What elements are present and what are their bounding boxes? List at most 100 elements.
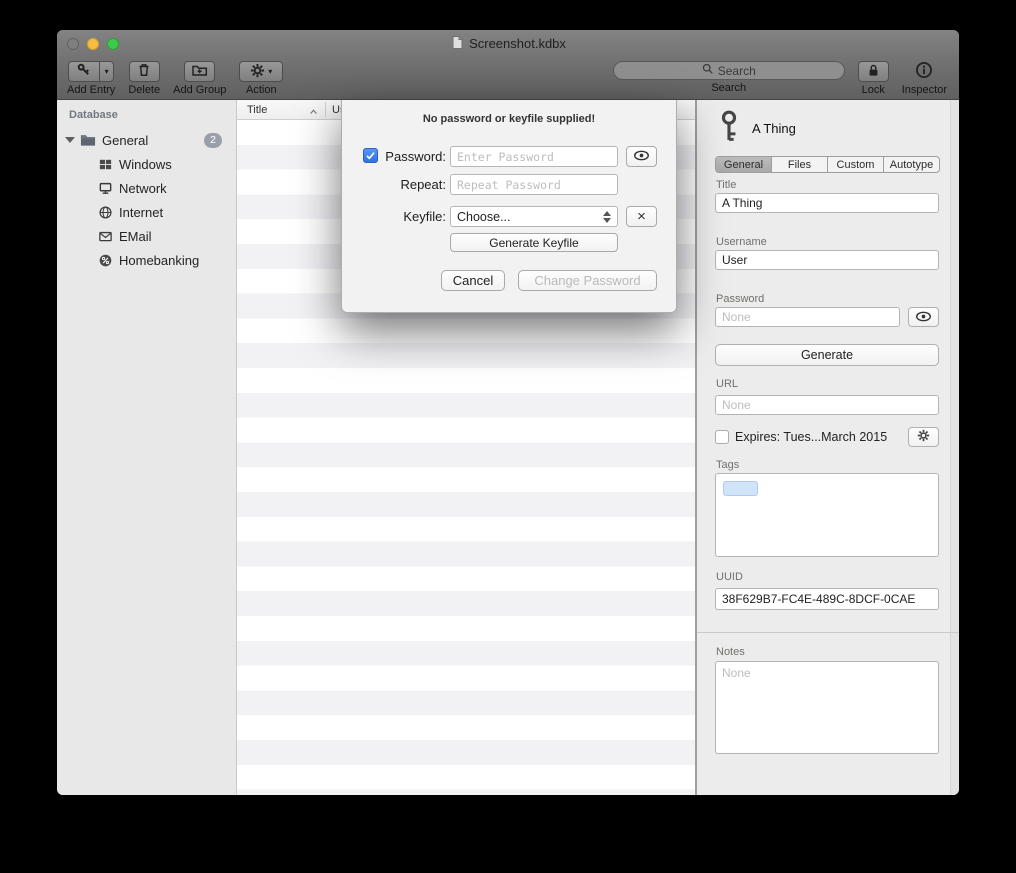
dialog-password-label: Password: [380,149,446,164]
popup-arrows-icon [603,211,611,223]
lock-group: Lock [858,61,889,96]
tags-label: Tags [716,459,739,471]
disclosure-triangle-icon[interactable] [65,137,75,143]
sidebar-section-header: Database [69,109,236,121]
cancel-button[interactable]: Cancel [441,270,505,291]
clear-keyfile-button[interactable]: × [626,206,657,227]
change-password-button[interactable]: Change Password [518,270,657,291]
eye-icon [633,149,650,164]
dialog-keyfile-label: Keyfile: [380,209,446,224]
tag-chip[interactable] [723,481,758,496]
change-password-dialog: No password or keyfile supplied! Passwor… [341,100,677,313]
computer-icon [97,180,113,196]
tab-custom[interactable]: Custom [828,157,884,172]
password-field-label: Password [716,293,764,305]
delete-group: Delete [128,61,160,96]
expires-checkbox[interactable] [715,430,729,444]
chevron-down-icon: ▾ [268,68,272,76]
add-group-label: Add Group [173,84,226,96]
username-field[interactable] [715,250,939,270]
add-entry-button[interactable] [68,61,99,82]
keyfile-popup[interactable]: Choose... [450,206,618,227]
uuid-field[interactable] [715,588,939,610]
show-password-button[interactable] [908,307,939,327]
search-icon [702,63,714,78]
column-header-title[interactable]: Title [247,104,267,116]
entry-title-heading: A Thing [752,121,796,136]
search-input[interactable]: Search [613,61,845,80]
key-plus-icon [76,62,92,81]
password-field[interactable] [715,307,900,327]
lock-icon [866,63,881,81]
title-field[interactable] [715,193,939,213]
tab-files[interactable]: Files [772,157,828,172]
title-bar: Screenshot.kdbx [57,30,959,57]
password-checkbox[interactable] [363,148,378,163]
tab-general[interactable]: General [716,157,772,172]
close-button[interactable] [67,38,79,50]
url-field[interactable] [715,395,939,415]
document-icon [450,35,464,53]
sidebar-item-windows[interactable]: Windows [57,152,236,176]
dialog-password-input[interactable] [450,146,618,167]
sidebar-item-internet[interactable]: Internet [57,200,236,224]
notes-label: Notes [716,646,745,658]
screen: Screenshot.kdbx ▾ Add Entry [0,0,1016,873]
sidebar-item-label: Windows [119,157,172,172]
sidebar-item-network[interactable]: Network [57,176,236,200]
sidebar-item-general[interactable]: General 2 [57,128,236,152]
inspector-button[interactable] [909,61,940,82]
envelope-icon [97,228,113,244]
keyfile-popup-value: Choose... [457,210,603,224]
sidebar-item-homebanking[interactable]: Homebanking [57,248,236,272]
column-divider[interactable] [325,102,326,117]
notes-field[interactable] [715,661,939,754]
tab-autotype[interactable]: Autotype [884,157,939,172]
inspector-scrollbar[interactable] [950,100,959,795]
folder-plus-icon [191,62,208,81]
sidebar-group-label: General [102,133,148,148]
delete-label: Delete [128,84,160,96]
entry-header: A Thing [717,106,796,150]
add-group-group: Add Group [173,61,226,96]
sidebar-item-email[interactable]: EMail [57,224,236,248]
add-entry-label: Add Entry [67,84,115,96]
info-icon [915,61,933,82]
sidebar: Database General 2 Windows [57,100,237,795]
action-button[interactable]: ▾ [239,61,283,82]
sidebar-item-label: Homebanking [119,253,199,268]
trash-icon [136,62,152,81]
generate-password-button[interactable]: Generate [715,344,939,366]
percent-coin-icon [97,252,113,268]
generate-keyfile-button[interactable]: Generate Keyfile [450,233,618,252]
inspector-tabs: General Files Custom Autotype [715,156,940,173]
action-label: Action [246,84,277,96]
inspector-panel: A Thing General Files Custom Autotype Ti… [697,100,959,795]
inspector-group: Inspector [902,61,947,96]
app-window: Screenshot.kdbx ▾ Add Entry [57,30,959,795]
sidebar-item-label: Internet [119,205,163,220]
folder-icon [80,132,96,148]
tags-box[interactable] [715,473,939,557]
username-field-label: Username [716,236,767,248]
zoom-button[interactable] [107,38,119,50]
gear-icon [917,429,930,445]
window-title: Screenshot.kdbx [469,36,566,51]
inspector-label: Inspector [902,84,947,96]
dialog-show-password-button[interactable] [626,146,657,167]
check-icon [365,150,376,161]
delete-button[interactable] [129,61,160,82]
dialog-repeat-input[interactable] [450,174,618,195]
expires-label: Expires: Tues...March 2015 [735,430,887,444]
add-entry-dropdown[interactable]: ▾ [99,61,114,82]
chevron-down-icon: ▾ [105,68,109,76]
expires-settings-button[interactable] [908,427,939,447]
minimize-button[interactable] [87,38,99,50]
uuid-label: UUID [716,571,743,583]
eye-icon [915,310,932,325]
lock-button[interactable] [858,61,889,82]
dialog-message: No password or keyfile supplied! [342,113,676,125]
add-group-button[interactable] [184,61,215,82]
window-title-group: Screenshot.kdbx [450,35,566,53]
url-field-label: URL [716,378,738,390]
